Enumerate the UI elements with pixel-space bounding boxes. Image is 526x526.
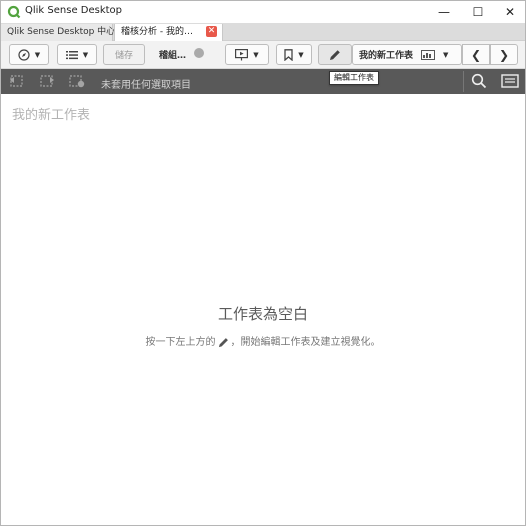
minimize-button[interactable]: — — [429, 1, 459, 23]
chevron-down-icon: ▼ — [82, 50, 89, 59]
presentation-icon — [235, 48, 249, 60]
sheet-name-label: 我的新工作表 — [359, 51, 414, 61]
qlik-logo-icon — [7, 5, 21, 19]
window-title: Qlik Sense Desktop — [25, 5, 123, 16]
tab-hub[interactable]: Qlik Sense Desktop 中心 — [1, 24, 115, 41]
bookmark-button[interactable]: ▼ — [276, 44, 312, 65]
empty-sheet-description: 按一下左上方的 ，開始編輯工作表及建立視覺化。 — [1, 333, 525, 348]
chevron-down-icon: ▼ — [253, 50, 259, 59]
next-sheet-button[interactable]: ❯ — [490, 44, 518, 65]
chevron-down-icon: ▼ — [298, 50, 304, 59]
selection-status: 未套用任何選取項目 — [101, 80, 191, 91]
maximize-icon: ☐ — [472, 5, 484, 19]
selection-bar: 未套用任何選取項目 — [1, 69, 525, 94]
save-button[interactable]: 儲存 — [103, 44, 145, 65]
maximize-button[interactable]: ☐ — [463, 1, 493, 23]
tab-strip: Qlik Sense Desktop 中心 稽核分析 - 我的… — [1, 23, 525, 41]
close-window-button[interactable]: ✕ — [495, 1, 525, 23]
chevron-left-icon: ❮ — [470, 47, 482, 62]
compass-icon — [18, 48, 30, 61]
selections-tool-icon[interactable] — [501, 73, 519, 89]
toolbar: ▼ ▼ 儲存 ▼ ▼ 我的新工作表 ▼ ❮ ❯ — [1, 41, 525, 69]
edit-sheet-button[interactable] — [318, 44, 352, 65]
empty-desc-prefix: 按一下左上方的 — [145, 337, 216, 348]
divider — [463, 71, 464, 92]
step-back-icon[interactable] — [9, 74, 25, 88]
app-name-label[interactable]: 稽組… — [159, 48, 186, 61]
step-forward-icon[interactable] — [39, 74, 55, 88]
app-window: Qlik Sense Desktop — ☐ ✕ Qlik Sense Desk… — [0, 0, 526, 526]
edit-sheet-tooltip: 編輯工作表 — [329, 71, 379, 85]
chevron-down-icon: ▼ — [443, 50, 449, 59]
list-icon — [65, 50, 78, 59]
navigation-menu-button[interactable]: ▼ — [9, 44, 49, 65]
pencil-icon — [218, 337, 228, 347]
chevron-down-icon: ▼ — [34, 50, 41, 59]
tab-close-icon[interactable]: ✕ — [206, 26, 217, 37]
previous-sheet-button[interactable]: ❮ — [462, 44, 490, 65]
globe-icon — [194, 48, 204, 58]
sheet-selector-button[interactable]: 我的新工作表 ▼ — [352, 44, 462, 65]
story-button[interactable]: ▼ — [225, 44, 269, 65]
chevron-right-icon: ❯ — [498, 47, 510, 62]
minimize-icon: — — [438, 5, 450, 19]
search-icon[interactable] — [471, 73, 487, 89]
empty-desc-suffix: ，開始編輯工作表及建立視覺化。 — [230, 337, 381, 348]
close-icon: ✕ — [504, 5, 516, 19]
clear-selections-icon[interactable] — [69, 74, 85, 88]
sheet-title: 我的新工作表 — [12, 108, 91, 123]
global-menu-button[interactable]: ▼ — [57, 44, 97, 65]
sheet-thumbnail-icon — [421, 49, 436, 60]
bookmark-icon — [284, 48, 293, 61]
empty-sheet-title: 工作表為空白 — [217, 305, 308, 323]
title-bar: Qlik Sense Desktop — ☐ ✕ — [1, 1, 525, 23]
pencil-icon — [330, 49, 340, 60]
